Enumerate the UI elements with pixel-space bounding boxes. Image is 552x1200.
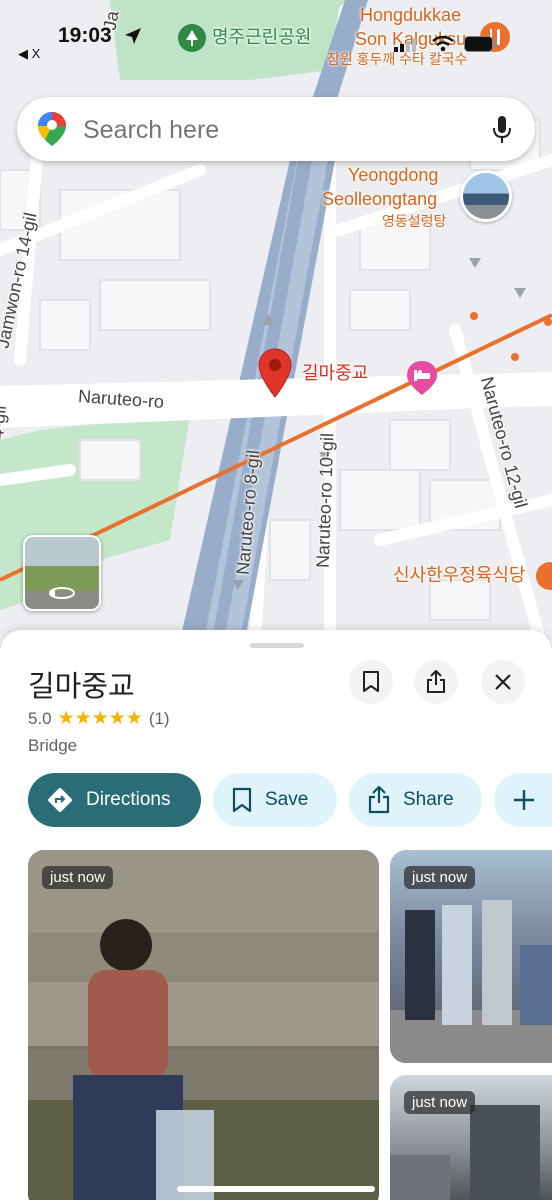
save-button[interactable]: Save (213, 773, 337, 827)
photo-2-badge: just now (404, 866, 476, 889)
share-icon (427, 670, 445, 693)
more-actions-button[interactable] (494, 773, 552, 827)
map-view[interactable]: 명주근린공원 Hongdukkae Son Kalguksu 잠원 홍두깨 수타… (0, 0, 552, 640)
share-action-icon (367, 786, 391, 814)
photo-3[interactable]: just now (390, 1075, 552, 1200)
directions-button[interactable]: Directions (28, 773, 201, 827)
bookmark-icon (363, 671, 379, 692)
search-bar[interactable] (17, 97, 535, 161)
close-button[interactable] (481, 660, 525, 704)
poi-right-name-2[interactable]: Seolleongtang (322, 190, 437, 208)
location-pin-icon[interactable] (258, 348, 292, 398)
directions-icon (46, 786, 74, 814)
back-to-app-link[interactable]: ◀ X (18, 46, 40, 62)
directions-label: Directions (86, 789, 171, 810)
place-category: Bridge (28, 736, 78, 755)
photo-2[interactable]: just now (390, 850, 552, 1063)
share-label: Share (403, 789, 454, 810)
photo-1[interactable]: just now (28, 850, 379, 1200)
place-title: 길마중교 (28, 671, 135, 703)
battery-icon (464, 36, 497, 52)
home-indicator[interactable] (177, 1186, 375, 1192)
rating-row[interactable]: 5.0 ★★★★★ (1) (28, 707, 170, 730)
photo-3-badge: just now (404, 1091, 476, 1114)
pin-label[interactable]: 길마중교 (302, 364, 368, 382)
street-view-thumbnail[interactable] (23, 535, 101, 611)
save-round-button[interactable] (349, 660, 393, 704)
sheet-drag-handle[interactable] (250, 643, 304, 648)
street-view-rotate-icon (49, 587, 75, 599)
status-time: 19:03 (58, 24, 112, 47)
close-icon (495, 674, 511, 690)
maps-logo-icon (38, 112, 66, 146)
wifi-icon (432, 36, 454, 52)
search-input[interactable] (83, 116, 463, 145)
hotel-icon[interactable] (405, 360, 439, 396)
poi-photo-thumbnail[interactable] (460, 170, 512, 222)
share-round-button[interactable] (414, 660, 458, 704)
poi-right-name-1[interactable]: Yeongdong (348, 166, 438, 184)
location-arrow-icon (125, 28, 141, 44)
poi-right-name-kr[interactable]: 영동설렁탕 (382, 214, 446, 228)
share-button[interactable]: Share (349, 773, 482, 827)
photo-1-scene (28, 850, 379, 1200)
photo-1-badge: just now (42, 866, 114, 889)
rating-value: 5.0 (28, 708, 52, 728)
plus-icon (512, 788, 536, 812)
save-label: Save (265, 789, 309, 810)
rating-stars: ★★★★★ (57, 708, 143, 729)
signal-icon (394, 38, 416, 52)
microphone-icon[interactable] (491, 115, 513, 145)
save-bookmark-icon (231, 787, 253, 813)
restaurant-bottom-label[interactable]: 신사한우정육식당 (393, 566, 525, 584)
status-bar: 19:03 ◀ X (0, 0, 552, 70)
place-sheet[interactable]: 길마중교 5.0 ★★★★★ (1) Bridge Directions Sav… (0, 630, 552, 1200)
review-count: (1) (148, 708, 170, 728)
